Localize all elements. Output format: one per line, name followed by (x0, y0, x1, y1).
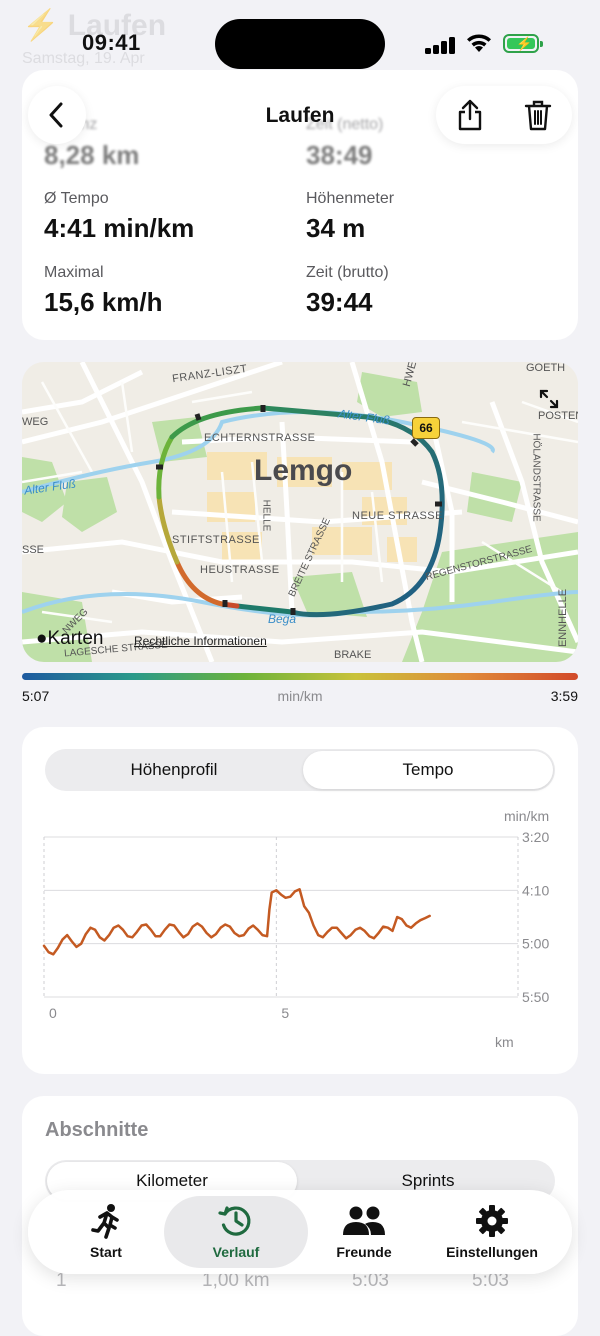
pace-series-line (42, 888, 431, 956)
tab-verlauf-label: Verlauf (212, 1244, 260, 1260)
y-tick-label: 3:20 (522, 829, 549, 845)
x-axis-unit: km (495, 1034, 514, 1050)
tab-start[interactable]: Start (38, 1190, 174, 1274)
sections-title: Abschnitte (45, 1119, 149, 1141)
tab-einstellungen-label: Einstellungen (446, 1244, 538, 1260)
y-tick-label: 4:10 (522, 882, 549, 898)
tab-freunde[interactable]: Freunde (296, 1190, 432, 1274)
gear-icon (424, 1203, 560, 1239)
tab-start-label: Start (90, 1244, 122, 1260)
y-tick-label: 5:50 (522, 989, 549, 1005)
history-icon (168, 1203, 304, 1239)
tab-freunde-label: Freunde (336, 1244, 392, 1260)
tab-verlauf[interactable]: Verlauf (168, 1190, 304, 1274)
pace-chart: 3:20 4:10 5:00 5:50 0 5 (42, 829, 549, 1021)
runner-icon (38, 1203, 174, 1239)
x-tick-label: 5 (281, 1005, 289, 1021)
people-icon (296, 1203, 432, 1239)
tab-einstellungen[interactable]: Einstellungen (424, 1190, 560, 1274)
tab-bar: Start Verlauf Freunde Einstellungen (28, 1190, 572, 1274)
y-tick-label: 5:00 (522, 936, 549, 952)
x-tick-label: 0 (49, 1005, 57, 1021)
